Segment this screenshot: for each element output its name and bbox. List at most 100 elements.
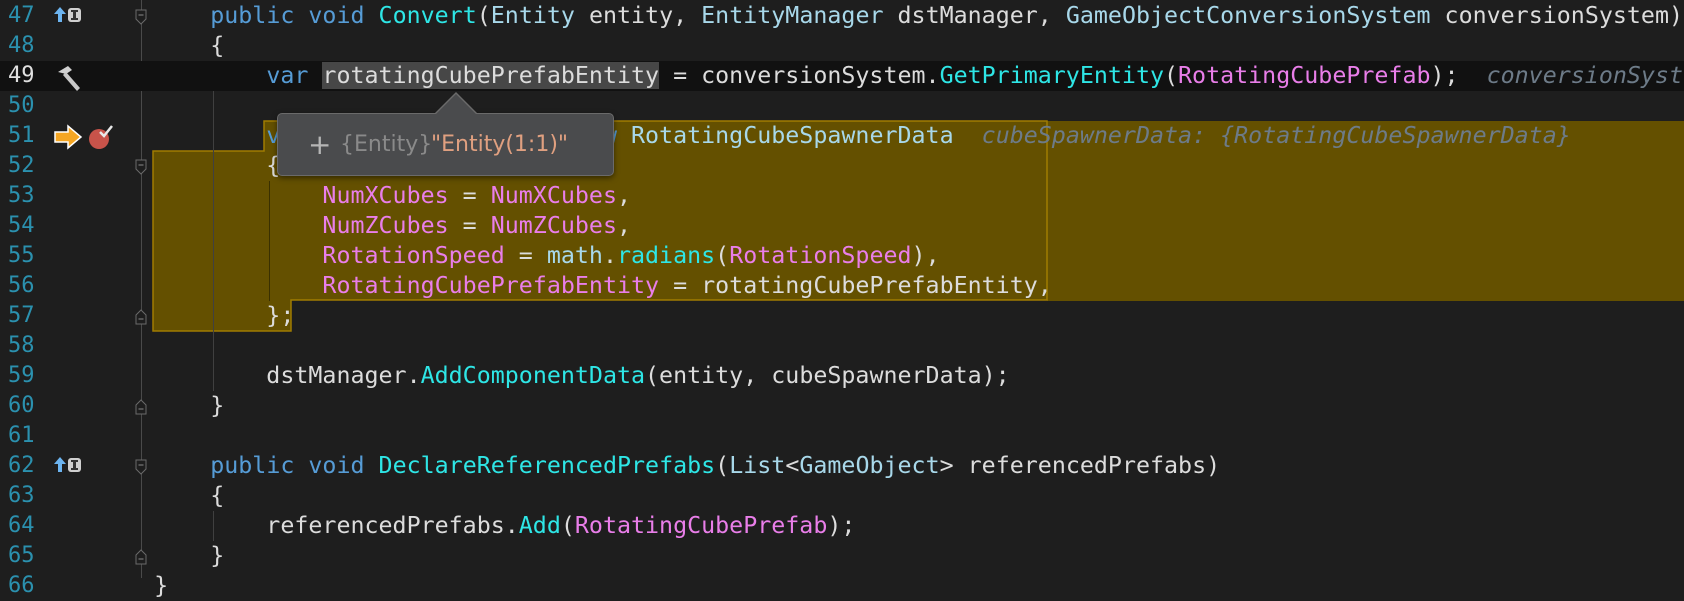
code-token: RotatingCubePrefab <box>1178 62 1431 89</box>
code-token: ( <box>715 242 730 269</box>
code-token: GameObjectConversionSystem <box>1065 2 1431 29</box>
line-number[interactable]: 64 <box>8 511 35 541</box>
line-number[interactable]: 66 <box>8 571 35 601</box>
code-token: > referencedPrefabs) <box>939 452 1221 479</box>
line-number[interactable]: 63 <box>8 481 35 511</box>
code-token: GetPrimaryEntity <box>939 62 1164 89</box>
code-line[interactable]: 66 } <box>0 571 1684 601</box>
code-token: } <box>98 392 225 419</box>
code-token: RotationSpeed <box>729 242 912 269</box>
code-text[interactable]: RotatingCubePrefabEntity = rotatingCubeP… <box>98 271 1051 301</box>
line-number[interactable]: 55 <box>8 241 35 271</box>
code-text[interactable]: dstManager.AddComponentData(entity, cube… <box>98 361 1009 391</box>
code-token: EntityManager <box>701 2 884 29</box>
datatip-popup[interactable]: + {Entity} "Entity(1:1)" <box>277 92 614 176</box>
datatip-value[interactable]: "Entity(1:1)" <box>431 114 568 175</box>
code-line[interactable]: 60 } <box>0 391 1684 421</box>
code-text[interactable]: RotationSpeed = math.radians(RotationSpe… <box>98 241 940 271</box>
code-token: ( <box>476 2 491 29</box>
code-token: = <box>448 182 491 209</box>
code-text[interactable]: } <box>98 541 224 571</box>
code-line[interactable]: 61 <box>0 421 1684 451</box>
line-number[interactable]: 58 <box>8 331 35 361</box>
line-number[interactable]: 48 <box>8 31 35 61</box>
code-token: } <box>98 542 225 569</box>
code-token: = <box>448 212 491 239</box>
inline-value-hint: cubeSpawnerData: {RotatingCubeSpawnerDat… <box>981 122 1571 149</box>
code-token: < <box>785 452 800 479</box>
code-token: { <box>98 482 225 509</box>
line-number[interactable]: 52 <box>8 151 35 181</box>
code-token: ( <box>560 512 575 539</box>
code-text[interactable]: var rotatingCubePrefabEntity = conversio… <box>98 61 1684 91</box>
code-token: RotationSpeed <box>322 242 505 269</box>
plus-icon[interactable]: + <box>308 114 331 175</box>
line-number[interactable]: 60 <box>8 391 35 421</box>
code-token: NumZCubes <box>322 212 449 239</box>
code-token: ), <box>911 242 940 269</box>
code-text[interactable]: }; <box>98 301 294 331</box>
line-number[interactable]: 47 <box>8 1 35 31</box>
code-token: NumZCubes <box>490 212 617 239</box>
code-text[interactable]: NumZCubes = NumZCubes, <box>98 211 631 241</box>
code-token: referencedPrefabs. <box>98 512 519 539</box>
line-number[interactable]: 56 <box>8 271 35 301</box>
code-token: void <box>308 2 365 29</box>
code-line[interactable]: 56 RotatingCubePrefabEntity = rotatingCu… <box>0 271 1684 301</box>
code-token: } <box>98 572 169 599</box>
line-number[interactable]: 59 <box>8 361 35 391</box>
code-line[interactable]: 64 referencedPrefabs.Add(RotatingCubePre… <box>0 511 1684 541</box>
code-line[interactable]: 62 public void DeclareReferencedPrefabs(… <box>0 451 1684 481</box>
line-number[interactable]: 61 <box>8 421 35 451</box>
line-number[interactable]: 49 <box>8 61 35 91</box>
code-text[interactable]: { <box>98 151 280 181</box>
line-number[interactable]: 50 <box>8 91 35 121</box>
line-number[interactable]: 57 <box>8 301 35 331</box>
execution-pointer-arrow-icon <box>53 124 85 154</box>
line-number[interactable]: 54 <box>8 211 35 241</box>
line-number[interactable]: 51 <box>8 121 35 151</box>
code-line[interactable]: 65 } <box>0 541 1684 571</box>
code-token: ); <box>827 512 856 539</box>
code-token: ( <box>715 452 730 479</box>
code-text[interactable]: } <box>98 391 224 421</box>
code-line[interactable]: 54 NumZCubes = NumZCubes, <box>0 211 1684 241</box>
code-token: Add <box>518 512 561 539</box>
code-line[interactable]: 48 { <box>0 31 1684 61</box>
code-token: List <box>729 452 786 479</box>
code-line[interactable]: 63 { <box>0 481 1684 511</box>
code-token: void <box>308 452 365 479</box>
code-line[interactable]: 52 { <box>0 151 1684 181</box>
code-text[interactable]: public void Convert(Entity entity, Entit… <box>98 1 1683 31</box>
code-token: , <box>616 212 631 239</box>
code-line[interactable]: 47 public void Convert(Entity entity, En… <box>0 1 1684 31</box>
code-text[interactable]: { <box>98 481 224 511</box>
code-line[interactable]: 49 var rotatingCubePrefabEntity = conver… <box>0 61 1684 91</box>
code-token: . <box>602 242 617 269</box>
code-token: RotatingCubePrefabEntity <box>322 272 660 299</box>
code-text[interactable]: NumXCubes = NumXCubes, <box>98 181 631 211</box>
line-number[interactable]: 53 <box>8 181 35 211</box>
code-token: RotatingCubePrefab <box>574 512 828 539</box>
code-line[interactable]: 55 RotationSpeed = math.radians(Rotation… <box>0 241 1684 271</box>
code-text[interactable]: } <box>98 571 168 601</box>
code-line[interactable]: 50 <box>0 91 1684 121</box>
code-line[interactable]: 53 NumXCubes = NumXCubes, <box>0 181 1684 211</box>
code-text[interactable]: public void DeclareReferencedPrefabs(Lis… <box>98 451 1220 481</box>
code-line[interactable]: 51 var cubeSpawnerData = new RotatingCub… <box>0 121 1684 151</box>
code-token: dstManager, <box>883 2 1066 29</box>
code-text[interactable]: referencedPrefabs.Add(RotatingCubePrefab… <box>98 511 855 541</box>
line-number[interactable]: 65 <box>8 541 35 571</box>
code-line[interactable]: 57 }; <box>0 301 1684 331</box>
line-number[interactable]: 62 <box>8 451 35 481</box>
code-text[interactable]: { <box>98 31 224 61</box>
code-line[interactable]: 58 <box>0 331 1684 361</box>
code-line[interactable]: 59 dstManager.AddComponentData(entity, c… <box>0 361 1684 391</box>
